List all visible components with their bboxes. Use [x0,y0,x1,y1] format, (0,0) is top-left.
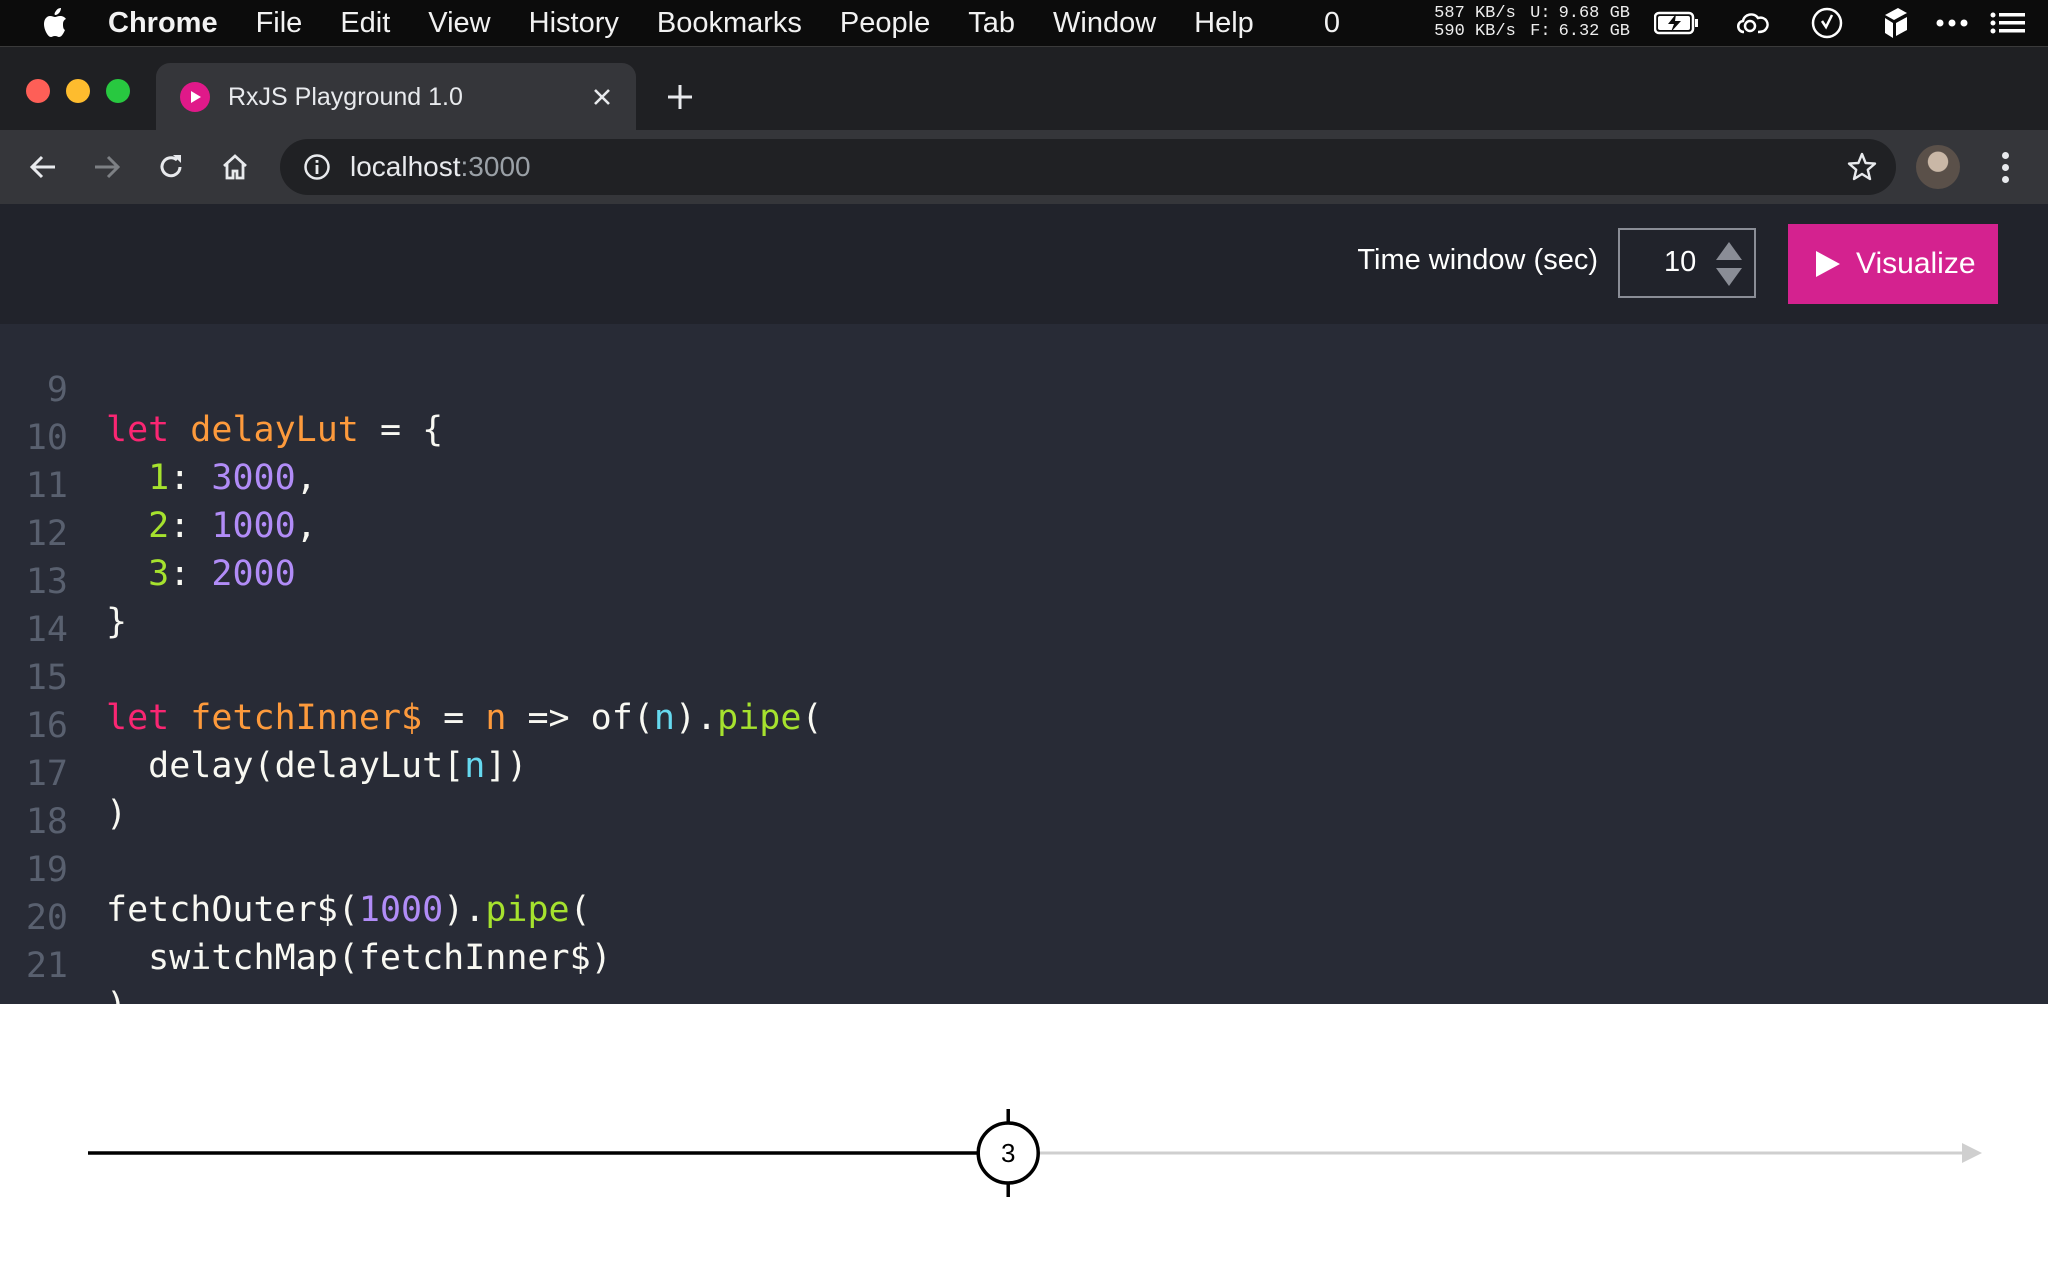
code-line: 18 [0,762,2048,842]
chrome-menu-icon[interactable] [1990,146,2020,188]
code-editor[interactable]: 9 let delayLut = { 10 1: 3000, 11 2: 100… [0,324,2048,1026]
bookmark-star-icon[interactable] [1846,151,1878,183]
window-close-button[interactable] [26,79,50,103]
tab-close-icon[interactable] [582,77,622,117]
profile-avatar[interactable] [1916,145,1960,189]
url-port: :3000 [460,151,531,182]
home-icon[interactable] [212,144,258,190]
package-icon[interactable] [1882,6,1910,40]
play-icon [1816,251,1840,277]
playground-header: Time window (sec) 10 Visualize [0,204,2048,324]
notification-list-icon[interactable] [1990,12,2026,34]
line-number: 21 [25,946,68,986]
site-info-icon[interactable] [302,152,332,182]
browser-window: RxJS Playground 1.0 localhost:3000 [0,46,2048,204]
window-minimize-button[interactable] [66,79,90,103]
more-dots-icon[interactable] [1936,19,1968,27]
menu-tab[interactable]: Tab [968,7,1015,40]
code-line: 16 delay(delayLut[n]) [0,666,2048,786]
forward-arrow-icon[interactable] [84,144,130,190]
visualize-button-label: Visualize [1856,247,1976,280]
marble-diagram-stage: 3 [0,1004,2048,1280]
menu-view[interactable]: View [428,7,490,40]
code-line: 9 let delayLut = { [0,330,2048,450]
code-line: 10 1: 3000, [0,378,2048,498]
marble-diagram: 3 [88,1109,1982,1197]
mem-free-label: F: [1530,22,1551,41]
code-line: 15 let fetchInner$ = n => of(n).pipe( [0,618,2048,738]
macos-menubar: Chrome File Edit View History Bookmarks … [0,0,2048,46]
rxjs-favicon-icon [180,82,210,112]
number-spinner-icon[interactable] [1714,240,1744,288]
net-down-rate: 590 KB/s [1434,22,1516,41]
time-window-value: 10 [1664,246,1697,278]
menu-edit[interactable]: Edit [340,7,390,40]
timeline-arrowhead-icon [1962,1143,1982,1163]
menu-help[interactable]: Help [1194,7,1254,40]
code-line: 13 } [0,522,2048,642]
menu-history[interactable]: History [529,7,619,40]
code-line: 11 2: 1000, [0,426,2048,546]
window-zoom-button[interactable] [106,79,130,103]
network-stats[interactable]: 587 KB/s 590 KB/s [1434,5,1516,41]
menu-bookmarks[interactable]: Bookmarks [657,7,802,40]
url-host: localhost [350,151,461,182]
back-arrow-icon[interactable] [20,144,66,190]
menubar-counter[interactable]: 0 [1324,7,1340,40]
net-up-rate: 587 KB/s [1434,4,1516,23]
code-line: 19 fetchOuter$(1000).pipe( [0,810,2048,930]
reload-icon[interactable] [148,144,194,190]
visualize-button[interactable]: Visualize [1788,224,1998,304]
menu-people[interactable]: People [840,7,930,40]
mem-used-value: 9.68 GB [1558,4,1630,23]
time-window-input[interactable]: 10 [1618,228,1756,298]
browser-toolbar: localhost:3000 [0,130,2048,204]
address-bar[interactable]: localhost:3000 [280,139,1896,195]
code-line: 12 3: 2000 [0,474,2048,594]
mem-used-label: U: [1530,4,1551,23]
mem-free-value: 6.32 GB [1558,22,1630,41]
code-line: 21 ) [0,906,2048,1026]
menu-chrome[interactable]: Chrome [108,7,218,40]
url-text[interactable]: localhost:3000 [350,151,531,183]
tab-title: RxJS Playground 1.0 [228,82,463,111]
battery-icon[interactable] [1654,11,1700,35]
code-line: 14 [0,570,2048,650]
code-line: 17 ) [0,714,2048,834]
code-line: 20 switchMap(fetchInner$) [0,858,2048,978]
menu-window[interactable]: Window [1053,7,1156,40]
time-window-label: Time window (sec) [1357,244,1598,276]
new-tab-icon[interactable] [660,77,700,117]
menu-file[interactable]: File [256,7,303,40]
memory-stats[interactable]: U: F: 9.68 GB 6.32 GB [1530,5,1630,41]
creative-cloud-icon[interactable] [1734,10,1772,36]
browser-tab-active[interactable]: RxJS Playground 1.0 [156,63,636,131]
tab-strip: RxJS Playground 1.0 [0,46,2048,131]
clock-check-icon[interactable] [1810,6,1844,40]
marble-value-label: 3 [1001,1138,1015,1168]
apple-menu-icon[interactable] [0,7,110,39]
